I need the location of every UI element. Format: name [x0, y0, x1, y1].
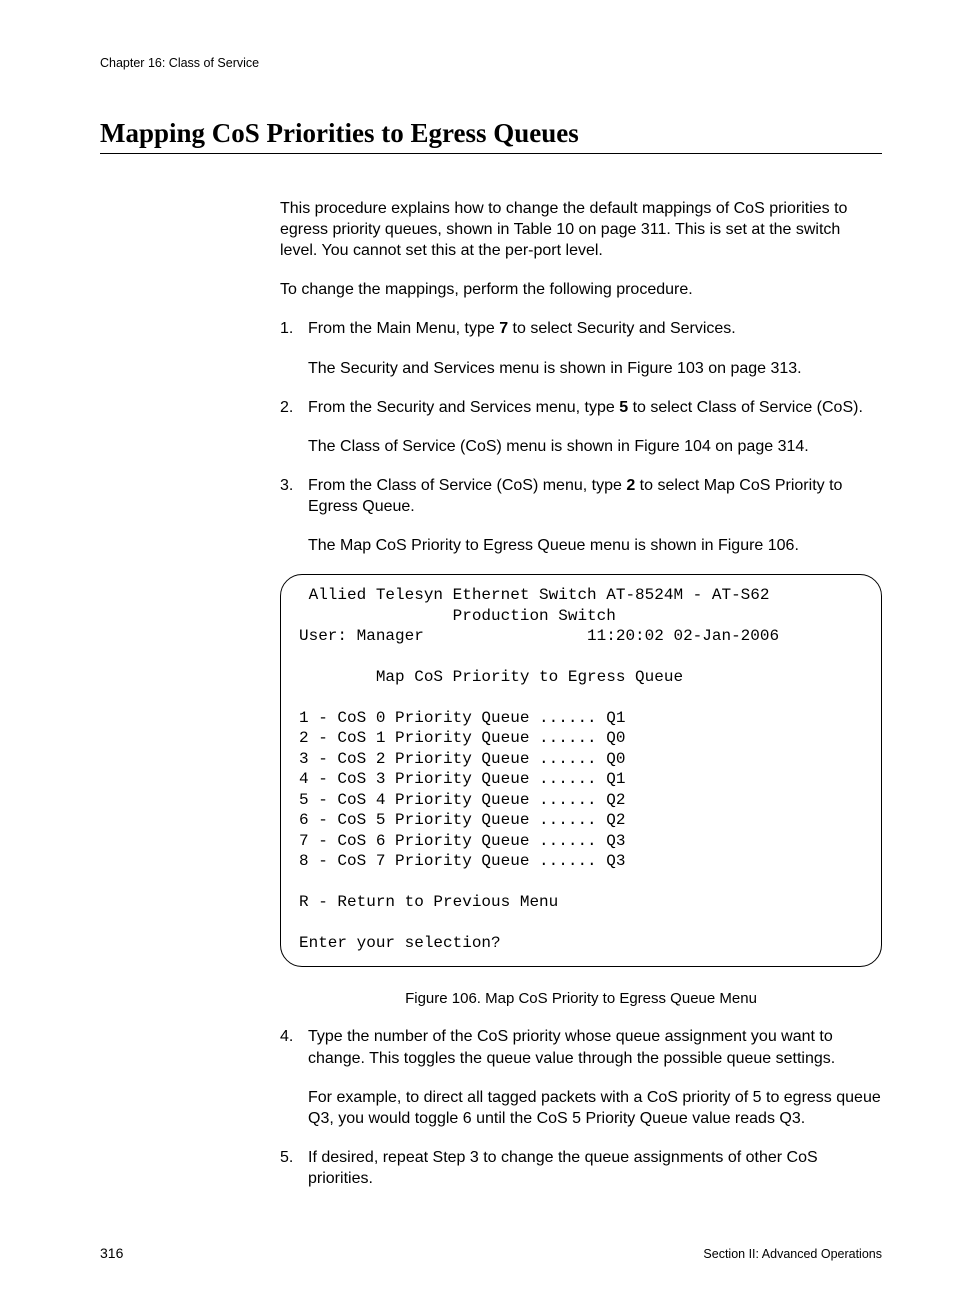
section-label: Section II: Advanced Operations — [703, 1247, 882, 1261]
terminal-line: User: Manager 11:20:02 02-Jan-2006 — [299, 626, 863, 646]
step-number: 2. — [280, 397, 293, 418]
terminal-line: Map CoS Priority to Egress Queue — [299, 667, 863, 687]
terminal-blank — [299, 872, 863, 892]
procedure-list: 1. From the Main Menu, type 7 to select … — [280, 318, 882, 556]
page-number: 316 — [100, 1245, 123, 1261]
content-block: This procedure explains how to change th… — [280, 198, 882, 1189]
intro-paragraph-1: This procedure explains how to change th… — [280, 198, 882, 261]
menu-item-2: 2 - CoS 1 Priority Queue ...... Q0 — [299, 728, 863, 748]
step-5: 5. If desired, repeat Step 3 to change t… — [280, 1147, 882, 1189]
menu-item-4: 4 - CoS 3 Priority Queue ...... Q1 — [299, 769, 863, 789]
step-2: 2. From the Security and Services menu, … — [280, 397, 882, 457]
menu-item-5: 5 - CoS 4 Priority Queue ...... Q2 — [299, 790, 863, 810]
text: From the Class of Service (CoS) menu, ty… — [308, 477, 626, 494]
key-7: 7 — [499, 320, 508, 337]
step-text: From the Security and Services menu, typ… — [308, 397, 882, 418]
step-1: 1. From the Main Menu, type 7 to select … — [280, 318, 882, 378]
step-4: 4. Type the number of the CoS priority w… — [280, 1026, 882, 1128]
terminal-menu: Allied Telesyn Ethernet Switch AT-8524M … — [280, 574, 882, 966]
step-number: 5. — [280, 1147, 293, 1168]
section-title: Mapping CoS Priorities to Egress Queues — [100, 118, 882, 149]
terminal-line: Production Switch — [299, 606, 863, 626]
figure-caption: Figure 106. Map CoS Priority to Egress Q… — [280, 989, 882, 1009]
terminal-line: Allied Telesyn Ethernet Switch AT-8524M … — [299, 585, 863, 605]
text: From the Security and Services menu, typ… — [308, 399, 619, 416]
step-text: From the Class of Service (CoS) menu, ty… — [308, 475, 882, 517]
step-result: The Map CoS Priority to Egress Queue men… — [308, 535, 882, 556]
text: to select Security and Services. — [508, 320, 736, 337]
menu-item-7: 7 - CoS 6 Priority Queue ...... Q3 — [299, 831, 863, 851]
menu-item-6: 6 - CoS 5 Priority Queue ...... Q2 — [299, 810, 863, 830]
page: Chapter 16: Class of Service Mapping CoS… — [0, 0, 954, 1301]
intro-paragraph-2: To change the mappings, perform the foll… — [280, 279, 882, 300]
menu-item-return: R - Return to Previous Menu — [299, 892, 863, 912]
step-result: The Security and Services menu is shown … — [308, 358, 882, 379]
menu-item-1: 1 - CoS 0 Priority Queue ...... Q1 — [299, 708, 863, 728]
step-example: For example, to direct all tagged packet… — [308, 1087, 882, 1129]
terminal-blank — [299, 647, 863, 667]
step-3: 3. From the Class of Service (CoS) menu,… — [280, 475, 882, 556]
terminal-blank — [299, 688, 863, 708]
terminal-prompt: Enter your selection? — [299, 933, 863, 953]
terminal-blank — [299, 913, 863, 933]
key-2: 2 — [626, 477, 635, 494]
procedure-list-continued: 4. Type the number of the CoS priority w… — [280, 1026, 882, 1189]
step-text: If desired, repeat Step 3 to change the … — [308, 1147, 882, 1189]
step-result: The Class of Service (CoS) menu is shown… — [308, 436, 882, 457]
menu-item-8: 8 - CoS 7 Priority Queue ...... Q3 — [299, 851, 863, 871]
step-number: 4. — [280, 1026, 293, 1047]
title-rule — [100, 153, 882, 154]
step-number: 1. — [280, 318, 293, 339]
page-footer: 316 Section II: Advanced Operations — [100, 1245, 882, 1261]
text: to select Class of Service (CoS). — [628, 399, 863, 416]
step-number: 3. — [280, 475, 293, 496]
key-5: 5 — [619, 399, 628, 416]
running-header: Chapter 16: Class of Service — [100, 56, 882, 70]
menu-item-3: 3 - CoS 2 Priority Queue ...... Q0 — [299, 749, 863, 769]
step-text: Type the number of the CoS priority whos… — [308, 1026, 882, 1068]
step-text: From the Main Menu, type 7 to select Sec… — [308, 318, 882, 339]
text: From the Main Menu, type — [308, 320, 499, 337]
